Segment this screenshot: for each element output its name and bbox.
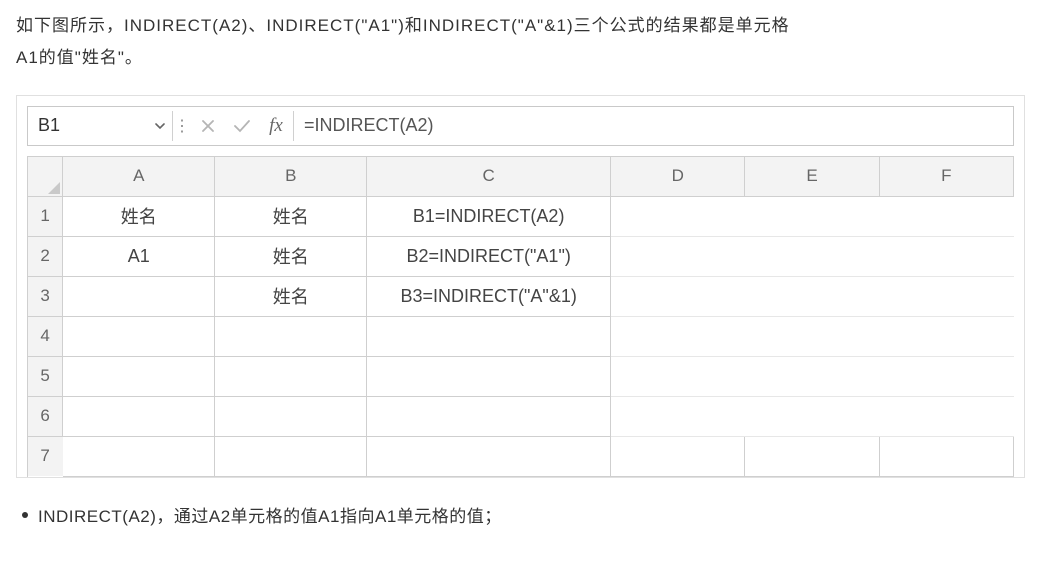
cell-C5[interactable] <box>367 356 611 396</box>
bullet-dot-icon <box>22 512 28 518</box>
cell-E4[interactable] <box>745 316 879 356</box>
cell-E3[interactable] <box>745 276 879 316</box>
chevron-down-icon[interactable] <box>148 107 172 145</box>
cell-E1[interactable] <box>745 196 879 236</box>
cell-B3[interactable]: 姓名 <box>215 276 367 316</box>
cell-D7[interactable] <box>611 436 745 476</box>
row-header-7[interactable]: 7 <box>28 436 63 476</box>
cell-A2[interactable]: A1 <box>63 236 215 276</box>
row-header-6[interactable]: 6 <box>28 396 63 436</box>
cancel-icon[interactable] <box>191 107 225 145</box>
cell-C3[interactable]: B3=INDIRECT("A"&1) <box>367 276 611 316</box>
cell-F6[interactable] <box>879 396 1013 436</box>
cell-F1[interactable] <box>879 196 1013 236</box>
row-header-3[interactable]: 3 <box>28 276 63 316</box>
cell-E2[interactable] <box>745 236 879 276</box>
cell-C4[interactable] <box>367 316 611 356</box>
cell-B5[interactable] <box>215 356 367 396</box>
table-row: 5 <box>28 356 1014 396</box>
cell-C7[interactable] <box>367 436 611 476</box>
cell-B7[interactable] <box>215 436 367 476</box>
cell-B6[interactable] <box>215 396 367 436</box>
row-header-5[interactable]: 5 <box>28 356 63 396</box>
table-row: 1 姓名 姓名 B1=INDIRECT(A2) <box>28 196 1014 236</box>
table-row: 4 <box>28 316 1014 356</box>
formula-input[interactable]: =INDIRECT(A2) <box>294 107 1013 145</box>
table-row: 7 <box>28 436 1014 476</box>
name-box-value: B1 <box>38 115 60 136</box>
fx-label: fx <box>269 115 283 137</box>
bullet-text: INDIRECT(A2)，通过A2单元格的值A1指向A1单元格的值； <box>38 502 502 527</box>
cell-F7[interactable] <box>879 436 1013 476</box>
col-header-E[interactable]: E <box>745 156 879 196</box>
cell-A7[interactable] <box>63 436 215 476</box>
table-row: 6 <box>28 396 1014 436</box>
name-box[interactable]: B1 <box>28 107 148 145</box>
cell-A4[interactable] <box>63 316 215 356</box>
cell-D5[interactable] <box>611 356 745 396</box>
row-header-4[interactable]: 4 <box>28 316 63 356</box>
cell-D3[interactable] <box>611 276 745 316</box>
confirm-icon[interactable] <box>225 107 259 145</box>
table-row: 3 姓名 B3=INDIRECT("A"&1) <box>28 276 1014 316</box>
intro-line-1: 如下图所示，INDIRECT(A2)、INDIRECT("A1")和INDIRE… <box>16 16 790 35</box>
cell-A5[interactable] <box>63 356 215 396</box>
row-header-1[interactable]: 1 <box>28 196 63 236</box>
cell-A6[interactable] <box>63 396 215 436</box>
col-header-F[interactable]: F <box>879 156 1013 196</box>
cell-F4[interactable] <box>879 316 1013 356</box>
cell-E5[interactable] <box>745 356 879 396</box>
spreadsheet-screenshot: B1 ⋮ fx =INDIRECT(A2) A <box>16 95 1025 478</box>
select-all-corner[interactable] <box>28 156 63 196</box>
cell-E6[interactable] <box>745 396 879 436</box>
bullet-item: INDIRECT(A2)，通过A2单元格的值A1指向A1单元格的值； <box>16 502 1025 527</box>
cell-F2[interactable] <box>879 236 1013 276</box>
row-header-2[interactable]: 2 <box>28 236 63 276</box>
col-header-D[interactable]: D <box>611 156 745 196</box>
more-icon[interactable]: ⋮ <box>173 107 191 145</box>
cell-C2[interactable]: B2=INDIRECT("A1") <box>367 236 611 276</box>
cell-F5[interactable] <box>879 356 1013 396</box>
cell-D1[interactable] <box>611 196 745 236</box>
cell-E7[interactable] <box>745 436 879 476</box>
cell-D6[interactable] <box>611 396 745 436</box>
cell-B4[interactable] <box>215 316 367 356</box>
cell-D2[interactable] <box>611 236 745 276</box>
col-header-A[interactable]: A <box>63 156 215 196</box>
col-header-C[interactable]: C <box>367 156 611 196</box>
intro-paragraph: 如下图所示，INDIRECT(A2)、INDIRECT("A1")和INDIRE… <box>16 10 1025 75</box>
formula-bar: B1 ⋮ fx =INDIRECT(A2) <box>27 106 1014 146</box>
intro-line-2: A1的值"姓名"。 <box>16 48 143 67</box>
cell-C6[interactable] <box>367 396 611 436</box>
formula-text: =INDIRECT(A2) <box>304 115 434 136</box>
cell-B1[interactable]: 姓名 <box>215 196 367 236</box>
fx-icon[interactable]: fx <box>259 107 293 145</box>
cell-A1[interactable]: 姓名 <box>63 196 215 236</box>
cell-D4[interactable] <box>611 316 745 356</box>
col-header-B[interactable]: B <box>215 156 367 196</box>
cell-C1[interactable]: B1=INDIRECT(A2) <box>367 196 611 236</box>
cell-F3[interactable] <box>879 276 1013 316</box>
cell-B2[interactable]: 姓名 <box>215 236 367 276</box>
cell-A3[interactable] <box>63 276 215 316</box>
spreadsheet-grid: A B C D E F 1 姓名 姓名 B1=INDIRECT(A2) <box>27 156 1014 477</box>
table-row: 2 A1 姓名 B2=INDIRECT("A1") <box>28 236 1014 276</box>
